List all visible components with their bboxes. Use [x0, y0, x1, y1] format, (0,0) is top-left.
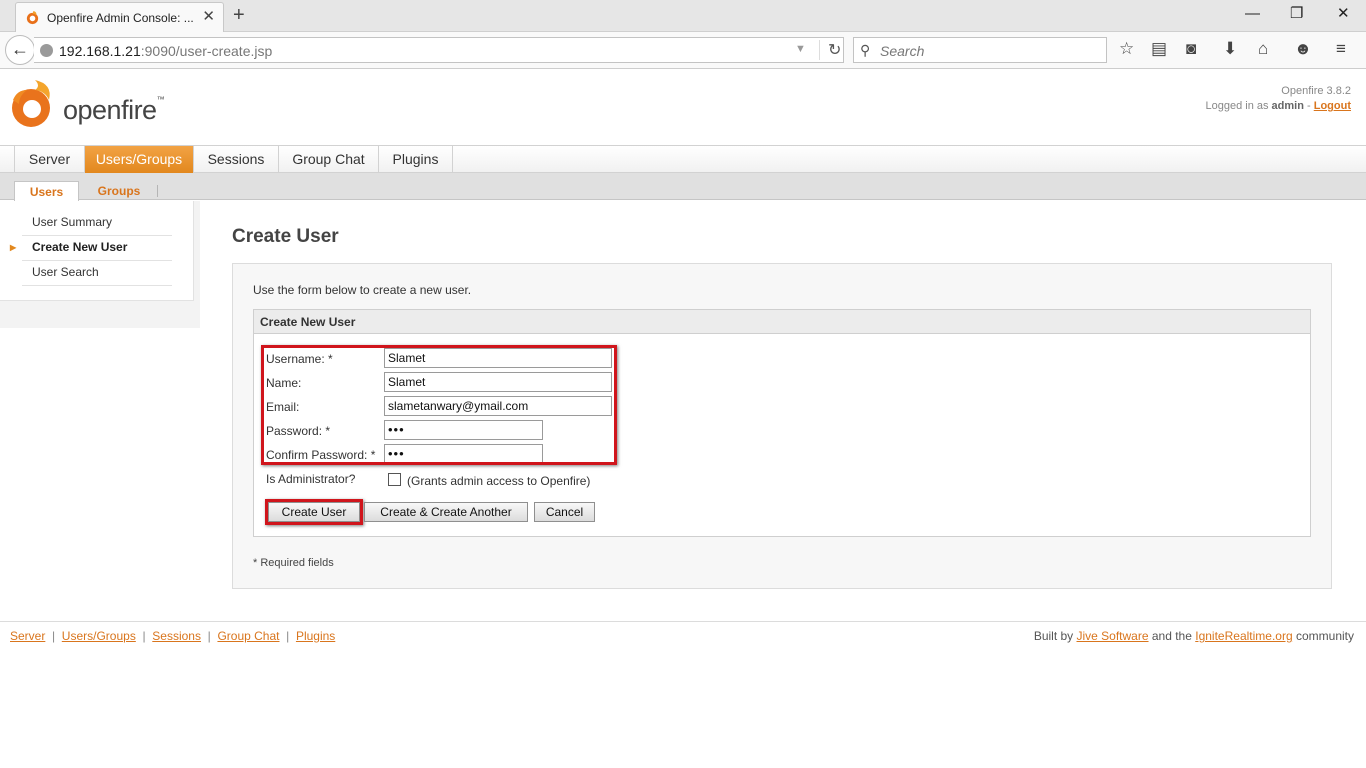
browser-tab-bar: Openfire Admin Console: ... ✕ + — ❐ ✕: [0, 0, 1366, 32]
username-label: Username: *: [266, 352, 333, 366]
footer-link-server[interactable]: Server: [10, 629, 45, 643]
active-arrow-icon: ▶: [10, 243, 17, 252]
tab-plugins[interactable]: Plugins: [379, 146, 453, 173]
globe-icon: [40, 44, 53, 57]
search-icon: ⚲: [860, 42, 871, 58]
create-user-button[interactable]: Create User: [268, 502, 360, 522]
openfire-page: openfire™ Openfire 3.8.2 Logged in as ad…: [0, 70, 1366, 768]
footer-credit: Built by Jive Software and the IgniteRea…: [1033, 629, 1354, 643]
email-input[interactable]: slametanwary@ymail.com: [384, 396, 612, 416]
name-input[interactable]: Slamet: [384, 372, 612, 392]
sub-nav-tabs: Users Groups: [0, 173, 1366, 201]
download-icon[interactable]: ⬇: [1223, 39, 1237, 59]
home-icon[interactable]: ⌂: [1258, 39, 1268, 59]
page-title: Create User: [232, 226, 339, 247]
openfire-favicon-icon: [26, 10, 39, 25]
username-label: admin: [1271, 100, 1304, 112]
sidebar-item-user-search[interactable]: User Search: [22, 261, 172, 286]
sidebar-menu: User Summary ▶ Create New User User Searc…: [0, 201, 194, 301]
footer-link-group-chat[interactable]: Group Chat: [217, 629, 279, 643]
jive-software-link[interactable]: Jive Software: [1077, 629, 1149, 643]
sidebar: User Summary ▶ Create New User User Searc…: [0, 201, 200, 328]
name-label: Name:: [266, 376, 302, 390]
is-admin-label: Is Administrator?: [266, 472, 356, 486]
confirm-password-label: Confirm Password: *: [266, 448, 376, 462]
password-input[interactable]: •••: [384, 420, 543, 440]
footer-link-users-groups[interactable]: Users/Groups: [62, 629, 136, 643]
subtab-groups[interactable]: Groups: [84, 181, 154, 201]
version-label: Openfire 3.8.2: [1281, 85, 1351, 97]
create-user-form: Create New User Username: * Slamet Name:…: [253, 309, 1311, 537]
close-window-icon[interactable]: ✕: [1337, 4, 1350, 24]
new-tab-icon[interactable]: +: [233, 4, 245, 26]
minimize-icon[interactable]: —: [1245, 4, 1260, 24]
cancel-button[interactable]: Cancel: [534, 502, 595, 522]
footer-link-sessions[interactable]: Sessions: [152, 629, 201, 643]
emoji-icon[interactable]: ☻: [1294, 39, 1312, 59]
browser-nav-bar: ← 192.168.1.21:9090/user-create.jsp ▼ ↻ …: [0, 32, 1366, 69]
browser-tab[interactable]: Openfire Admin Console: ... ✕: [15, 2, 224, 32]
reading-list-icon[interactable]: ▤: [1151, 39, 1167, 59]
tab-group-chat[interactable]: Group Chat: [279, 146, 379, 173]
url-dropdown-icon[interactable]: ▼: [795, 43, 806, 55]
required-fields-note: * Required fields: [253, 557, 334, 569]
login-info: Logged in as admin - Logout: [1205, 100, 1351, 112]
create-user-box: Use the form below to create a new user.…: [232, 263, 1332, 589]
subtab-divider: [157, 185, 158, 197]
is-admin-note: (Grants admin access to Openfire): [407, 474, 591, 488]
pocket-icon[interactable]: ◙: [1186, 39, 1196, 59]
footer-links: Server | Users/Groups | Sessions | Group…: [10, 629, 336, 643]
footer-link-plugins[interactable]: Plugins: [296, 629, 335, 643]
subtab-users[interactable]: Users: [14, 181, 79, 201]
tab-title: Openfire Admin Console: ...: [47, 11, 194, 25]
tab-users-groups[interactable]: Users/Groups: [85, 146, 194, 173]
tab-server[interactable]: Server: [14, 146, 85, 173]
is-admin-checkbox[interactable]: [388, 473, 401, 486]
email-label: Email:: [266, 400, 300, 414]
close-tab-icon[interactable]: ✕: [202, 8, 215, 26]
intro-text: Use the form below to create a new user.: [253, 283, 472, 297]
create-another-button[interactable]: Create & Create Another: [364, 502, 528, 522]
openfire-logo-icon: [12, 80, 50, 127]
sidebar-item-user-summary[interactable]: User Summary: [22, 211, 172, 236]
confirm-password-input[interactable]: •••: [384, 444, 543, 464]
sidebar-item-create-new-user[interactable]: ▶ Create New User: [10, 236, 172, 261]
form-panel-title: Create New User: [254, 310, 1310, 334]
logout-link[interactable]: Logout: [1314, 100, 1351, 112]
menu-icon[interactable]: ≡: [1336, 39, 1346, 59]
bookmark-star-icon[interactable]: ☆: [1119, 39, 1134, 59]
openfire-logo-text: openfire™: [63, 95, 165, 125]
tab-sessions[interactable]: Sessions: [194, 146, 279, 173]
maximize-icon[interactable]: ❐: [1290, 4, 1303, 24]
main-nav-tabs: Server Users/Groups Sessions Group Chat …: [0, 145, 1366, 173]
igniterealtime-link[interactable]: IgniteRealtime.org: [1195, 629, 1292, 643]
browser-search-input[interactable]: ⚲ Search: [853, 37, 1107, 63]
url-text[interactable]: 192.168.1.21:9090/user-create.jsp: [59, 43, 272, 59]
footer: Server | Users/Groups | Sessions | Group…: [0, 621, 1366, 649]
reload-icon[interactable]: ↻: [819, 40, 841, 60]
address-bar[interactable]: 192.168.1.21:9090/user-create.jsp ▼ ↻: [34, 37, 844, 63]
back-arrow-icon[interactable]: ←: [5, 35, 35, 65]
password-label: Password: *: [266, 424, 331, 438]
username-input[interactable]: Slamet: [384, 348, 612, 368]
